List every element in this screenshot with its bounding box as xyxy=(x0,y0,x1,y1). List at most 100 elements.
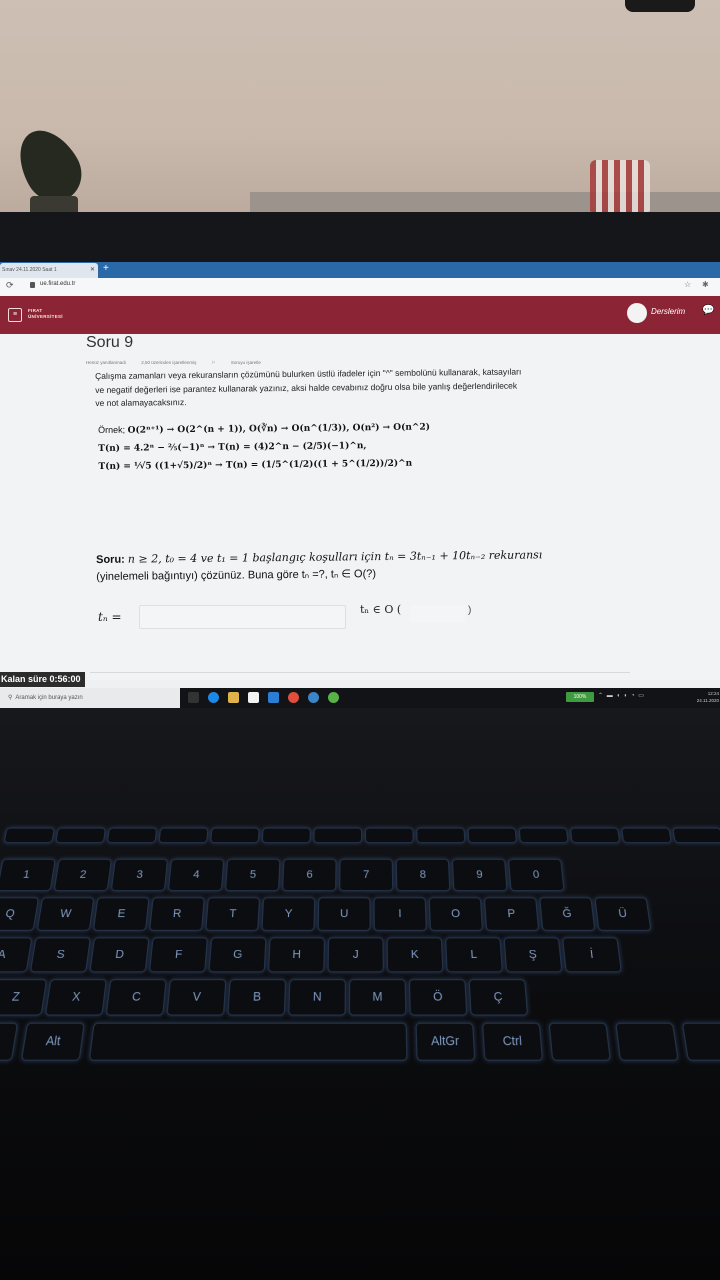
taskbar-search[interactable]: ⚲ Aramak için buraya yazın xyxy=(0,688,180,708)
keyboard-key: 5 xyxy=(224,858,281,892)
example-line: T(n) = ¹⁄√5 ((1+√5)/2)ⁿ → T(n) = (1/5^(1… xyxy=(98,458,413,472)
keyboard-key: Ğ xyxy=(539,897,596,931)
keyboard-key xyxy=(569,827,621,844)
keyboard-key xyxy=(210,827,260,844)
keyboard-key: 0 xyxy=(508,858,565,892)
soru-text: n ≥ 2, t₀ = 4 ve t₁ = 1 başlangıç koşull… xyxy=(127,548,543,566)
keyboard-key: I xyxy=(373,897,427,931)
keyboard-key: O xyxy=(428,897,483,931)
question-prompt: Soru: n ≥ 2, t₀ = 4 ve t₁ = 1 başlangıç … xyxy=(96,545,656,586)
avatar[interactable] xyxy=(627,303,647,323)
keyboard-key: M xyxy=(348,979,407,1016)
app-icon[interactable] xyxy=(308,692,319,703)
keyboard-key: Z xyxy=(0,979,48,1016)
menu-toggle-icon[interactable]: ≡ xyxy=(8,308,22,322)
keyboard-key xyxy=(672,827,720,844)
keyboard: 1234567890 QWERTYUIOPĞÜ ASDFGHJKLŞİ ZXCVBNM… xyxy=(0,820,720,1093)
keyboard-key: 3 xyxy=(110,858,169,892)
system-tray-icons[interactable]: ⌃ ▬ ◖ ◗ ◔ ▭ xyxy=(598,692,645,699)
keyboard-key: AltGr xyxy=(415,1022,476,1061)
keyboard-key xyxy=(3,827,55,844)
lamp xyxy=(625,0,695,12)
keyboard-key xyxy=(0,1022,19,1061)
close-icon[interactable]: ✕ xyxy=(90,263,95,278)
reload-icon[interactable]: ⟳ xyxy=(6,280,14,291)
keyboard-key: B xyxy=(227,979,287,1016)
flag-question-link[interactable]: ⚐ Soruyu işaretle xyxy=(212,360,275,365)
bookmark-star-icon[interactable]: ☆ xyxy=(684,280,691,289)
university-logo: FIRAT ÜNİVERSİTESİ xyxy=(28,308,63,320)
example-line: T(n) = 4.2ⁿ − ²⁄₅(−1)ⁿ → T(n) = (4)2^n −… xyxy=(98,441,367,454)
extensions-icon[interactable]: ✱ xyxy=(702,280,709,289)
keyboard-key xyxy=(467,827,517,844)
keyboard-key xyxy=(106,827,158,844)
keyboard-key: R xyxy=(149,897,205,931)
divider xyxy=(90,672,630,673)
laptop-screen: Sınav 24.11.2020 Saat 1 ✕ + ⟳ ue.firat.e… xyxy=(0,262,720,708)
address-bar: ⟳ ue.firat.edu.tr ☆ ✱ xyxy=(0,278,720,297)
keyboard-key: P xyxy=(483,897,540,931)
app-icon[interactable] xyxy=(328,692,339,703)
keyboard-key: K xyxy=(386,937,444,973)
time-remaining: Kalan süre 0:56:00 xyxy=(0,672,85,687)
browser-tab[interactable]: Sınav 24.11.2020 Saat 1 ✕ xyxy=(0,263,98,278)
keyboard-key xyxy=(55,827,106,844)
keyboard-key xyxy=(548,1022,611,1061)
url-field[interactable]: ue.firat.edu.tr xyxy=(40,281,75,287)
site-header: ≡ FIRAT ÜNİVERSİTESİ Derslerim 💬 xyxy=(0,296,720,334)
chat-icon[interactable]: 💬 xyxy=(702,305,714,316)
example-block: Örnek; O(2ⁿ⁺¹) → O(2^(n + 1)), O(∛n) → O… xyxy=(98,417,619,476)
keyboard-key: Alt xyxy=(20,1022,85,1061)
browser-tab-title: Sınav 24.11.2020 Saat 1 xyxy=(2,267,57,273)
mail-icon[interactable] xyxy=(268,692,279,703)
keyboard-key xyxy=(158,827,209,844)
keyboard-key: İ xyxy=(562,937,622,973)
new-tab-button[interactable]: + xyxy=(103,262,109,276)
keyboard-key: 1 xyxy=(0,858,56,892)
question-meta: Henüz yanıtlanmadı 2,50 üzerinden işaret… xyxy=(86,360,289,366)
soru-label: Soru: xyxy=(96,553,125,566)
keyboard-key: F xyxy=(148,937,208,973)
taskbar-apps xyxy=(188,692,339,704)
keyboard-key: D xyxy=(89,937,150,973)
lock-icon xyxy=(30,282,35,288)
battery-indicator[interactable]: 100% xyxy=(566,692,594,702)
keyboard-key: L xyxy=(445,937,503,973)
keyboard-key: 2 xyxy=(53,858,112,892)
keyboard-key: Q xyxy=(0,897,40,931)
keyboard-key: G xyxy=(208,937,267,973)
edge-icon[interactable] xyxy=(208,692,219,703)
answer-input[interactable] xyxy=(139,605,346,629)
flag-question-label: Soruyu işaretle xyxy=(230,360,261,365)
nav-link-derslerim[interactable]: Derslerim xyxy=(651,307,685,316)
keyboard-key xyxy=(621,827,672,844)
keyboard-key: Ctrl xyxy=(482,1022,544,1061)
flag-icon: ⚐ xyxy=(211,360,217,365)
example-line: O(2ⁿ⁺¹) → O(2^(n + 1)), O(∛n) → O(n^(1/3… xyxy=(127,422,431,436)
keyboard-key: X xyxy=(44,979,107,1016)
chrome-icon[interactable] xyxy=(288,692,299,703)
keyboard-key: A xyxy=(0,937,33,973)
keyboard-key: 7 xyxy=(339,858,394,892)
store-icon[interactable] xyxy=(248,692,259,703)
keyboard-key: S xyxy=(29,937,91,973)
keyboard-key: Ü xyxy=(594,897,652,931)
clock-date: 24.11.2020 xyxy=(696,698,719,703)
order-input[interactable] xyxy=(410,605,465,623)
task-view-icon[interactable] xyxy=(188,692,199,703)
keyboard-key: 9 xyxy=(451,858,508,892)
example-label: Örnek; xyxy=(98,424,126,435)
keyboard-key: 8 xyxy=(395,858,451,892)
search-placeholder: Aramak için buraya yazın xyxy=(15,695,83,701)
keyboard-key: W xyxy=(36,897,95,931)
keyboard-key xyxy=(365,827,414,844)
question-instructions: Çalışma zamanları veya rekuransların çöz… xyxy=(95,364,635,410)
taskbar-clock[interactable]: 12:24 24.11.2020 xyxy=(695,690,719,704)
keyboard-key: Ç xyxy=(468,979,529,1016)
keyboard-key: Ş xyxy=(503,937,563,973)
file-explorer-icon[interactable] xyxy=(228,692,239,703)
search-icon: ⚲ xyxy=(8,695,13,701)
keyboard-key: J xyxy=(327,937,384,973)
browser-tab-bar: Sınav 24.11.2020 Saat 1 ✕ + xyxy=(0,262,720,278)
keyboard-key: V xyxy=(166,979,227,1016)
